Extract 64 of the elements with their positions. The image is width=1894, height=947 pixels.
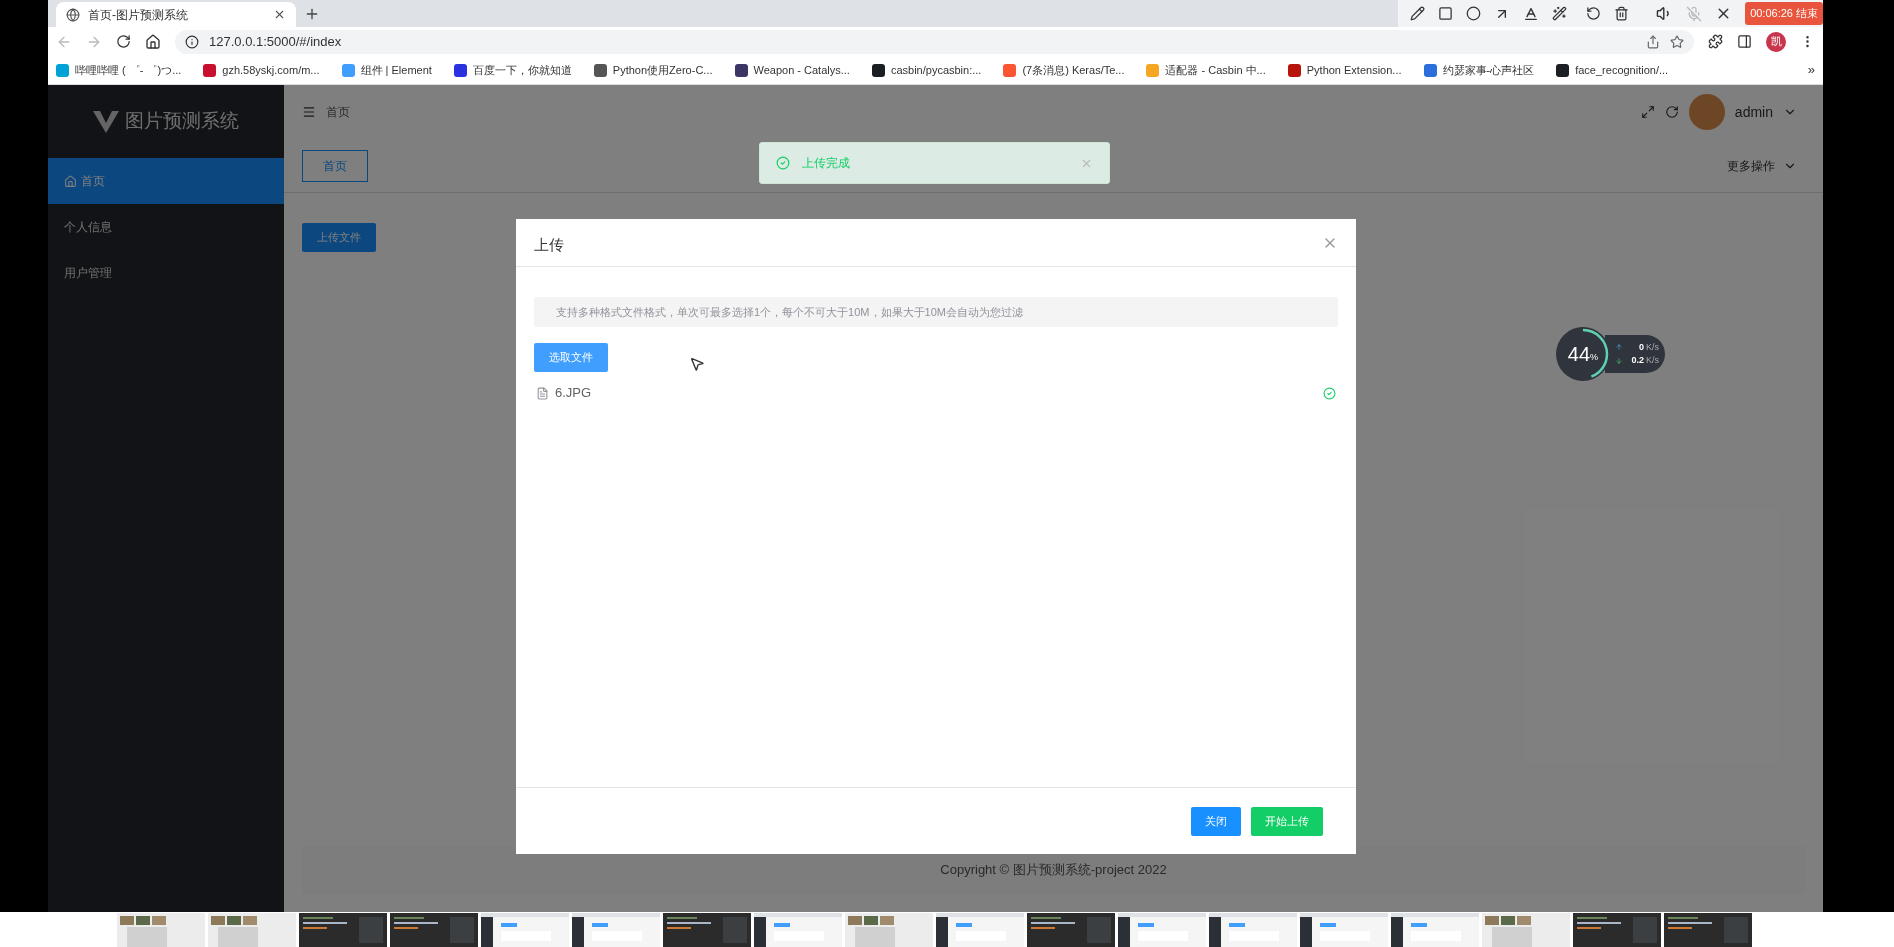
menu-item[interactable]: 用户管理 (48, 250, 284, 296)
bookmark-link[interactable]: Python Extension... (1306, 61, 1402, 79)
trash-icon[interactable] (1614, 6, 1630, 21)
logo-icon (93, 110, 119, 133)
upload-arrow-icon (1615, 343, 1623, 352)
bookmark-link[interactable]: 组件 | Element (360, 61, 432, 79)
extensions-icon[interactable] (1708, 34, 1723, 49)
browser-tab[interactable]: 首页-图片预测系统 (56, 2, 296, 27)
menu-item[interactable]: 个人信息 (48, 204, 284, 250)
copyright-text: Copyright © 图片预测系统-project 2022 (940, 861, 1167, 880)
download-speed: 0.2 (1631, 354, 1644, 367)
bookmark-link[interactable]: 适配器 - Casbin 中... (1165, 61, 1266, 79)
bookmark-link[interactable]: 哔哩哔哩 ( ゜- ゜)つ... (75, 61, 182, 79)
mouse-cursor-icon (689, 356, 705, 372)
new-tab-icon[interactable] (304, 6, 320, 22)
pencil-icon[interactable] (1410, 6, 1426, 21)
bookmark-link[interactable]: 百度一下，你就知道 (472, 61, 572, 79)
more-actions-dropdown[interactable]: 更多操作 (1727, 156, 1797, 175)
memory-percent: 44 (1567, 342, 1591, 367)
dialog-title: 上传 (534, 235, 565, 256)
more-bookmarks-button[interactable]: » (1807, 60, 1815, 80)
address-field[interactable]: 127.0.0.1:5000/#/index (175, 29, 1694, 54)
bookmark-link[interactable]: Weapon - Catalys... (753, 61, 850, 79)
wand-icon[interactable] (1552, 6, 1568, 21)
speed-unit: K/s (1646, 354, 1659, 367)
app-title: 图片预测系统 (125, 109, 239, 134)
share-icon[interactable] (1646, 34, 1660, 49)
upload-speed: 0 (1638, 340, 1644, 354)
bookmark-link[interactable]: Python使用Zero-C... (612, 61, 713, 79)
star-icon[interactable] (1670, 34, 1684, 49)
bookmark-link[interactable]: (7条消息) Keras/Te... (1022, 61, 1125, 79)
menu-icon[interactable] (302, 105, 316, 119)
fullscreen-icon[interactable] (1640, 105, 1655, 119)
file-name: 6.JPG (555, 384, 593, 403)
bookmark-link[interactable]: 约瑟家事-心声社区 (1442, 61, 1535, 79)
speed-unit: K/s (1646, 340, 1659, 354)
home-icon[interactable] (145, 33, 161, 50)
tab-title: 首页-图片预测系统 (88, 6, 189, 24)
reload-icon[interactable] (116, 34, 131, 49)
bookmark-link[interactable]: face_recognition/... (1575, 61, 1669, 79)
file-icon (536, 386, 549, 400)
undo-icon[interactable] (1586, 6, 1602, 21)
globe-icon (66, 7, 80, 22)
percent-unit: % (1590, 352, 1599, 365)
bookmark-link[interactable]: gzh.58yskj.com/m... (222, 61, 320, 79)
check-circle-icon (776, 156, 790, 170)
bookmark-link[interactable]: casbin/pycasbin:... (890, 61, 982, 79)
profile-avatar[interactable]: 凯 (1766, 31, 1786, 52)
download-arrow-icon (1615, 356, 1623, 365)
close-icon[interactable] (273, 8, 286, 21)
breadcrumb: 首页 (326, 104, 350, 121)
file-list-item[interactable]: 6.JPG (534, 380, 1338, 406)
home-icon (64, 174, 77, 188)
tip-banner: 支持多种格式文件格式，单次可最多选择1个，每个不可大于10M，如果大于10M会自动为您过滤 (534, 297, 1338, 327)
text-tool-icon[interactable] (1523, 5, 1540, 22)
url-text: 127.0.0.1:5000/#/index (209, 32, 343, 51)
refresh-icon[interactable] (1664, 105, 1679, 119)
rectangle-tool-icon[interactable] (1438, 6, 1454, 21)
info-icon (185, 34, 199, 49)
ellipse-tool-icon[interactable] (1466, 6, 1482, 21)
record-timer-button[interactable]: 00:06:26 结束 (1745, 2, 1823, 25)
user-name[interactable]: admin (1734, 101, 1773, 123)
toast-message: 上传完成 (802, 155, 851, 172)
side-panel-icon[interactable] (1737, 34, 1752, 49)
